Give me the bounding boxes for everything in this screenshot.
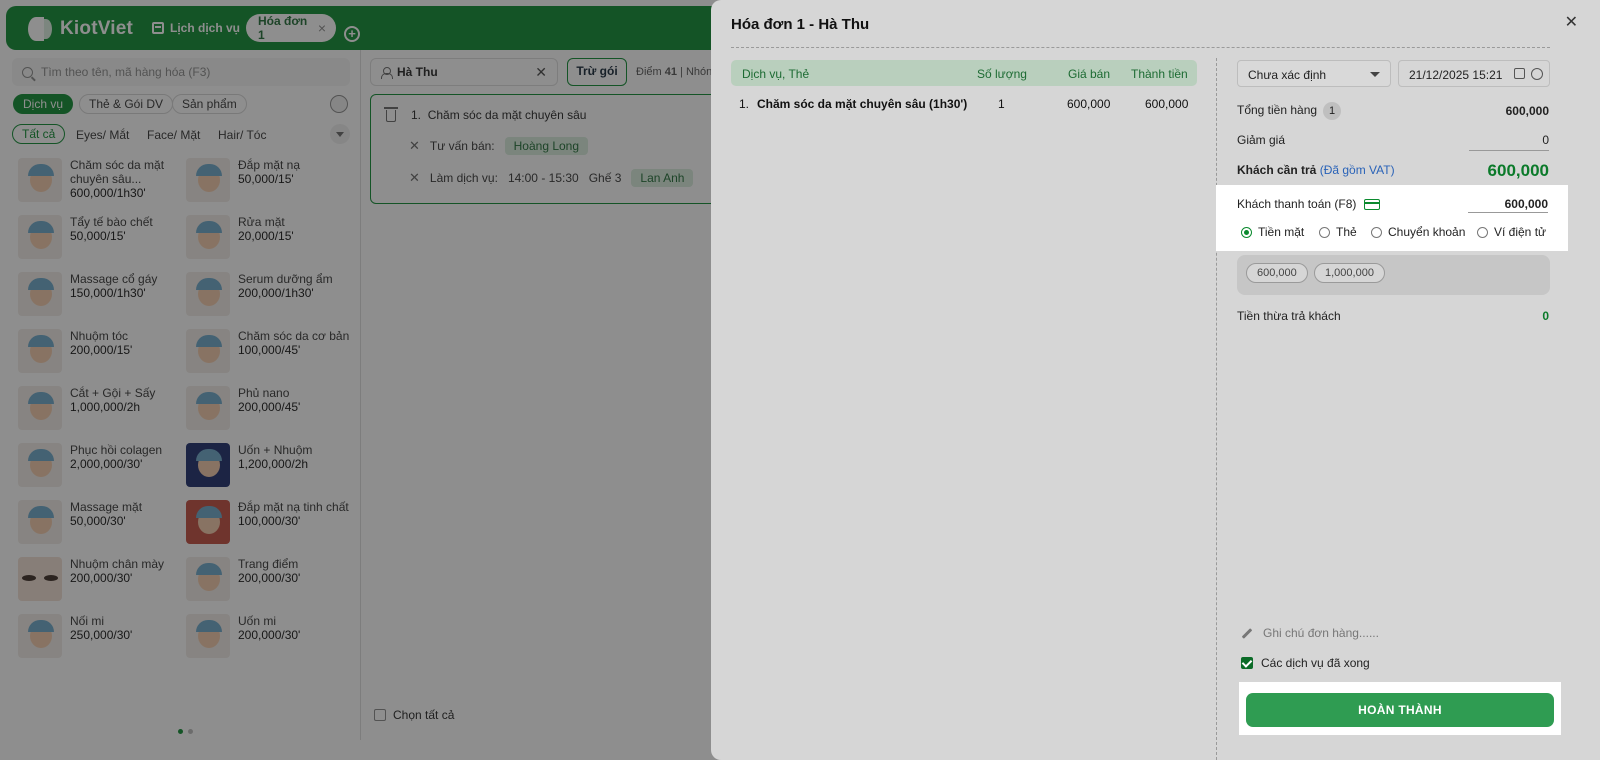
quick-amounts: 600,000 1,000,000 — [1237, 255, 1550, 295]
discount-row[interactable]: Giảm giá 0 — [1237, 133, 1549, 153]
payment-methods: Tiền mặt Thẻ Chuyển khoản Ví điện tử — [1241, 225, 1546, 239]
customer-payment-section: Khách thanh toán (F8) 600,000 Tiền mặt T… — [1216, 185, 1568, 251]
quick-amount-chip[interactable]: 1,000,000 — [1314, 263, 1385, 283]
price-list-select[interactable]: Chưa xác định — [1237, 60, 1391, 87]
method-ewallet-radio[interactable]: Ví điện tử — [1477, 225, 1546, 239]
column-divider — [1216, 58, 1217, 760]
subtotal-row: Tổng tiền hàng 1 600,000 — [1237, 102, 1549, 120]
header-divider — [731, 47, 1550, 48]
discount-input: 0 — [1542, 133, 1549, 147]
method-card-radio[interactable]: Thẻ — [1319, 225, 1371, 239]
submit-area: HOÀN THÀNH — [1239, 682, 1561, 735]
method-transfer-radio[interactable]: Chuyển khoản — [1371, 225, 1477, 239]
order-note-input[interactable]: Ghi chú đơn hàng...... — [1241, 626, 1379, 640]
calendar-icon[interactable] — [1514, 68, 1525, 79]
quick-amount-chip[interactable]: 600,000 — [1246, 263, 1308, 283]
amount-due-row: Khách cần trả (Đã gồm VAT) 600,000 — [1237, 161, 1549, 180]
pencil-icon — [1241, 627, 1253, 639]
item-count-badge: 1 — [1323, 102, 1342, 120]
credit-card-icon[interactable] — [1364, 198, 1381, 210]
clock-icon[interactable] — [1531, 68, 1543, 80]
invoice-payment-modal: Hóa đơn 1 - Hà Thu ✕ Dịch vụ, Thẻ Số lượ… — [711, 0, 1600, 760]
change-row: Tiền thừa trả khách 0 — [1237, 309, 1549, 323]
payment-amount-input[interactable]: 600,000 — [1505, 197, 1548, 211]
services-done-checkbox[interactable] — [1241, 657, 1253, 669]
close-icon[interactable]: ✕ — [1565, 12, 1578, 32]
vat-note[interactable]: (Đã gồm VAT) — [1320, 163, 1395, 177]
method-cash-radio[interactable]: Tiền mặt — [1241, 225, 1319, 239]
items-table-header: Dịch vụ, Thẻ Số lượng Giá bán Thành tiền — [731, 60, 1197, 86]
datetime-field[interactable]: 21/12/2025 15:21 — [1398, 60, 1550, 87]
services-done-option[interactable]: Các dịch vụ đã xong — [1241, 656, 1370, 670]
modal-title: Hóa đơn 1 - Hà Thu — [731, 16, 870, 33]
complete-button[interactable]: HOÀN THÀNH — [1246, 693, 1554, 727]
